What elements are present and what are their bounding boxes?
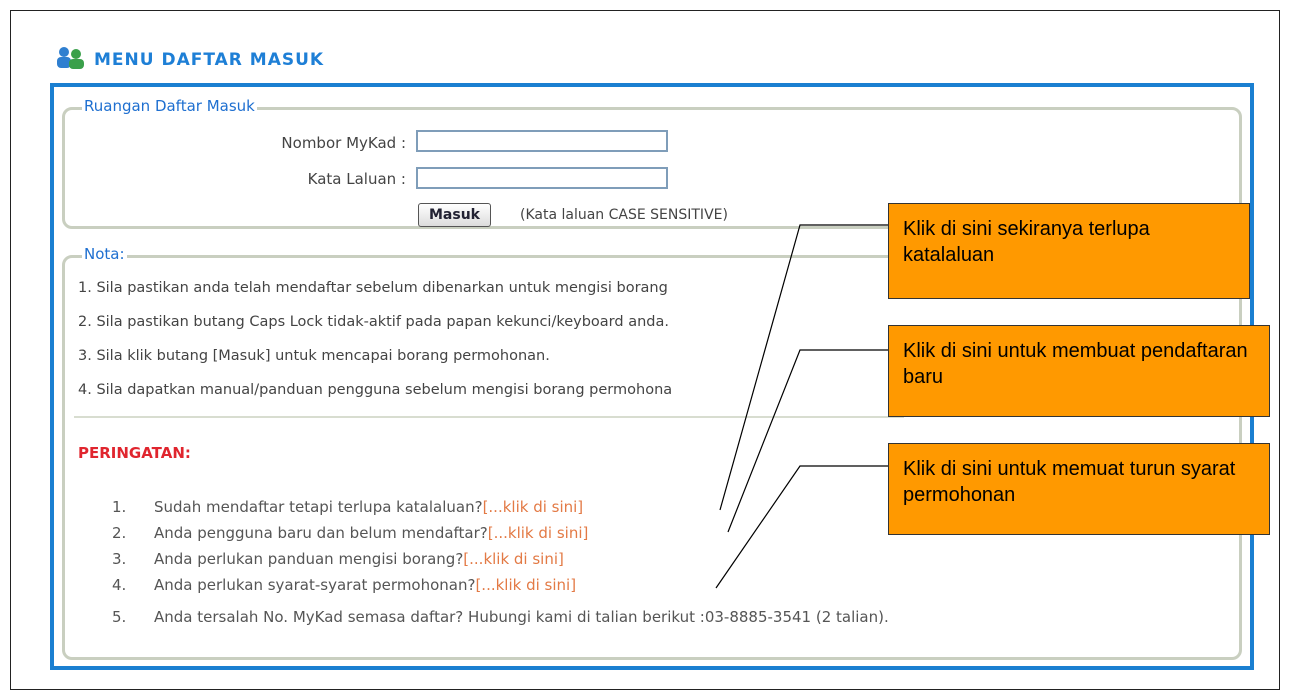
callout-forgot-password: Klik di sini sekiranya terlupa katalalua…	[888, 203, 1250, 299]
callout-register: Klik di sini untuk membuat pendaftaran b…	[888, 325, 1270, 417]
leader-line-2	[727, 349, 888, 533]
leader-line-3	[715, 465, 888, 589]
leader-line-1	[719, 224, 888, 511]
callout-requirements: Klik di sini untuk memuat turun syarat p…	[888, 443, 1270, 535]
